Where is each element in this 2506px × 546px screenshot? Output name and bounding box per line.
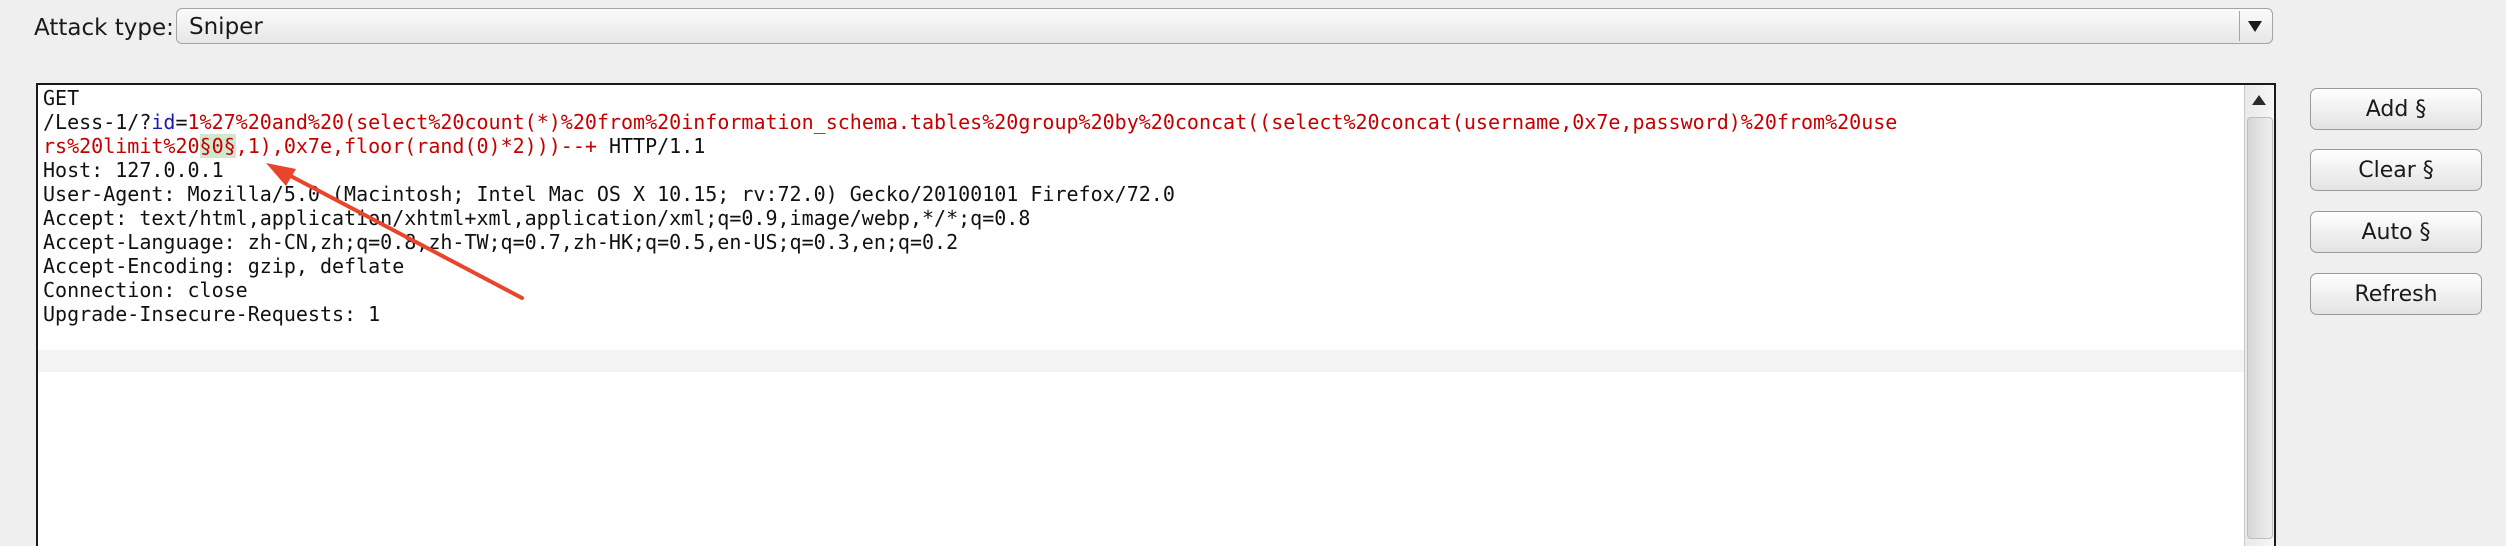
param-value: rs%20limit%20 (43, 134, 200, 158)
triangle-up-icon[interactable] (2245, 85, 2273, 115)
auto-markers-button[interactable]: Auto § (2310, 211, 2482, 253)
request-line: /Less-1/?id=1%27%20and%20(select%20count… (43, 110, 2244, 134)
request-text-segment: Accept: text/html,application/xhtml+xml,… (43, 206, 1031, 230)
request-line: Upgrade-Insecure-Requests: 1 (43, 302, 2244, 326)
request-line: Accept-Language: zh-CN,zh;q=0.8,zh-TW;q=… (43, 230, 2244, 254)
request-line: GET (43, 86, 2244, 110)
request-text-segment: = (175, 110, 188, 134)
request-editor[interactable]: GET/Less-1/?id=1%27%20and%20(select%20co… (36, 83, 2276, 546)
intruder-positions-panel: Attack type: Sniper GET/Less-1/?id=1%27%… (0, 0, 2506, 546)
request-text-segment: /Less-1/? (43, 110, 152, 134)
request-text-segment: User-Agent: Mozilla/5.0 (Macintosh; Inte… (43, 182, 1175, 206)
refresh-button[interactable]: Refresh (2310, 273, 2482, 315)
scrollbar-thumb[interactable] (2247, 117, 2273, 539)
request-line: rs%20limit%20§0§,1),0x7e,floor(rand(0)*2… (43, 134, 2244, 158)
request-text-segment: Accept-Language: zh-CN,zh;q=0.8,zh-TW;q=… (43, 230, 959, 254)
request-text-segment: Host: 127.0.0.1 (43, 158, 224, 182)
add-marker-button[interactable]: Add § (2310, 88, 2482, 130)
param-value: 1%27%20and%20(select%20count(*)%20from%2… (187, 110, 1898, 134)
request-text-segment: GET (43, 86, 80, 110)
request-line: Accept: text/html,application/xhtml+xml,… (43, 206, 2244, 230)
request-text[interactable]: GET/Less-1/?id=1%27%20and%20(select%20co… (43, 86, 2244, 326)
clear-markers-button[interactable]: Clear § (2310, 149, 2482, 191)
request-line: Accept-Encoding: gzip, deflate (43, 254, 2244, 278)
current-line-highlight (38, 350, 2244, 372)
request-text-segment: Connection: close (43, 278, 248, 302)
request-line: Connection: close (43, 278, 2244, 302)
payload-position-marker: §0§ (199, 134, 236, 158)
request-text-segment: Upgrade-Insecure-Requests: 1 (43, 302, 381, 326)
param-name: id (151, 110, 176, 134)
attack-type-value: Sniper (189, 14, 263, 40)
request-line: User-Agent: Mozilla/5.0 (Macintosh; Inte… (43, 182, 2244, 206)
attack-type-label: Attack type: (34, 15, 174, 41)
triangle-down-icon[interactable] (2239, 11, 2270, 41)
request-line: Host: 127.0.0.1 (43, 158, 2244, 182)
vertical-scrollbar[interactable] (2244, 85, 2274, 546)
request-text-segment: HTTP/1.1 (596, 134, 706, 158)
request-text-segment: Accept-Encoding: gzip, deflate (43, 254, 405, 278)
param-value: ,1),0x7e,floor(rand(0)*2)))--+ (235, 134, 597, 158)
attack-type-select[interactable]: Sniper (176, 8, 2273, 44)
